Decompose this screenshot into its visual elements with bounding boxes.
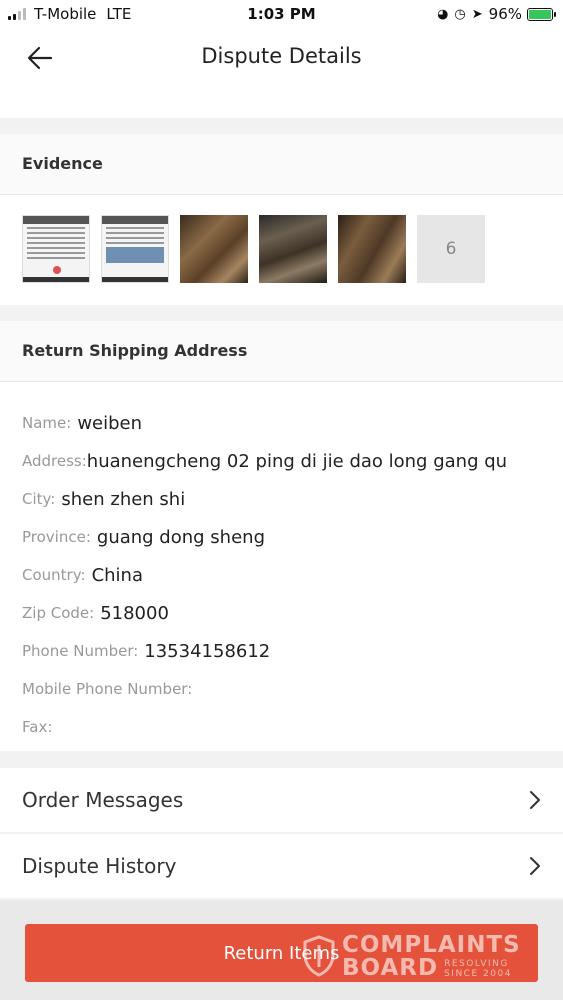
complaints-board-watermark: COMPLAINTS BOARD RESOLVING SINCE 2004 bbox=[302, 932, 521, 981]
watermark-tag2: SINCE 2004 bbox=[444, 969, 512, 979]
address-row-city: City: shen zhen shi bbox=[22, 480, 563, 518]
evidence-more-count[interactable]: 6 bbox=[417, 215, 485, 283]
watermark-line1: COMPLAINTS bbox=[342, 932, 521, 958]
field-label: City: bbox=[22, 490, 56, 508]
field-value: China bbox=[91, 564, 143, 586]
address-row-country: Country: China bbox=[22, 556, 563, 594]
address-row-fax: Fax: bbox=[22, 708, 563, 746]
chevron-right-icon bbox=[511, 790, 541, 810]
field-label: Name: bbox=[22, 414, 72, 432]
evidence-section: Evidence 6 bbox=[0, 134, 563, 305]
header: Dispute Details bbox=[0, 30, 563, 118]
shield-icon bbox=[303, 935, 335, 977]
address-list: Name: weiben Address: huanengcheng 02 pi… bbox=[0, 382, 563, 746]
address-row-mobile: Mobile Phone Number: bbox=[22, 670, 563, 708]
watermark-line2: BOARD bbox=[342, 955, 439, 981]
dispute-history-label: Dispute History bbox=[22, 854, 177, 878]
evidence-thumbnail[interactable] bbox=[259, 215, 327, 283]
field-value: huanengcheng 02 ping di jie dao long gan… bbox=[86, 450, 508, 472]
evidence-thumbnail[interactable] bbox=[338, 215, 406, 283]
evidence-title: Evidence bbox=[0, 134, 563, 195]
field-value: shen zhen shi bbox=[61, 488, 186, 510]
field-label: Fax: bbox=[22, 718, 53, 736]
location-arrow-icon: ➤ bbox=[471, 6, 483, 22]
order-messages-row[interactable]: Order Messages bbox=[0, 768, 563, 832]
battery-percent: 96% bbox=[488, 5, 522, 23]
dispute-history-row[interactable]: Dispute History bbox=[0, 834, 563, 898]
shipping-section: Return Shipping Address Name: weiben Add… bbox=[0, 321, 563, 751]
field-label: Country: bbox=[22, 566, 86, 584]
field-value: weiben bbox=[77, 412, 143, 434]
field-label: Mobile Phone Number: bbox=[22, 680, 193, 698]
evidence-thumbnail[interactable] bbox=[180, 215, 248, 283]
shipping-title: Return Shipping Address bbox=[0, 321, 563, 382]
status-bar: T-Mobile LTE 1:03 PM ◕ ◷ ➤ 96% bbox=[0, 0, 563, 30]
field-label: Address: bbox=[22, 452, 87, 470]
field-value: 13534158612 bbox=[144, 640, 271, 662]
field-label: Phone Number: bbox=[22, 642, 139, 660]
evidence-thumbnail[interactable] bbox=[101, 215, 169, 283]
address-row-name: Name: weiben bbox=[22, 404, 563, 442]
alarm-icon: ◷ bbox=[454, 6, 466, 22]
watermark-tag1: RESOLVING bbox=[444, 959, 509, 969]
page-title: Dispute Details bbox=[201, 44, 362, 68]
evidence-thumbnails: 6 bbox=[0, 195, 563, 305]
status-right: ◕ ◷ ➤ 96% bbox=[437, 5, 556, 23]
battery-icon bbox=[527, 7, 556, 21]
address-row-address: Address: huanengcheng 02 ping di jie dao… bbox=[22, 442, 563, 480]
address-row-zip: Zip Code: 518000 bbox=[22, 594, 563, 632]
evidence-thumbnail[interactable] bbox=[22, 215, 90, 283]
address-row-phone: Phone Number: 13534158612 bbox=[22, 632, 563, 670]
order-messages-label: Order Messages bbox=[22, 788, 184, 812]
address-row-province: Province: guang dong sheng bbox=[22, 518, 563, 556]
field-value: guang dong sheng bbox=[96, 526, 265, 548]
field-label: Province: bbox=[22, 528, 91, 546]
field-label: Zip Code: bbox=[22, 604, 95, 622]
chevron-right-icon bbox=[511, 856, 541, 876]
field-value: 518000 bbox=[100, 602, 169, 624]
rotation-lock-icon: ◕ bbox=[437, 6, 449, 22]
